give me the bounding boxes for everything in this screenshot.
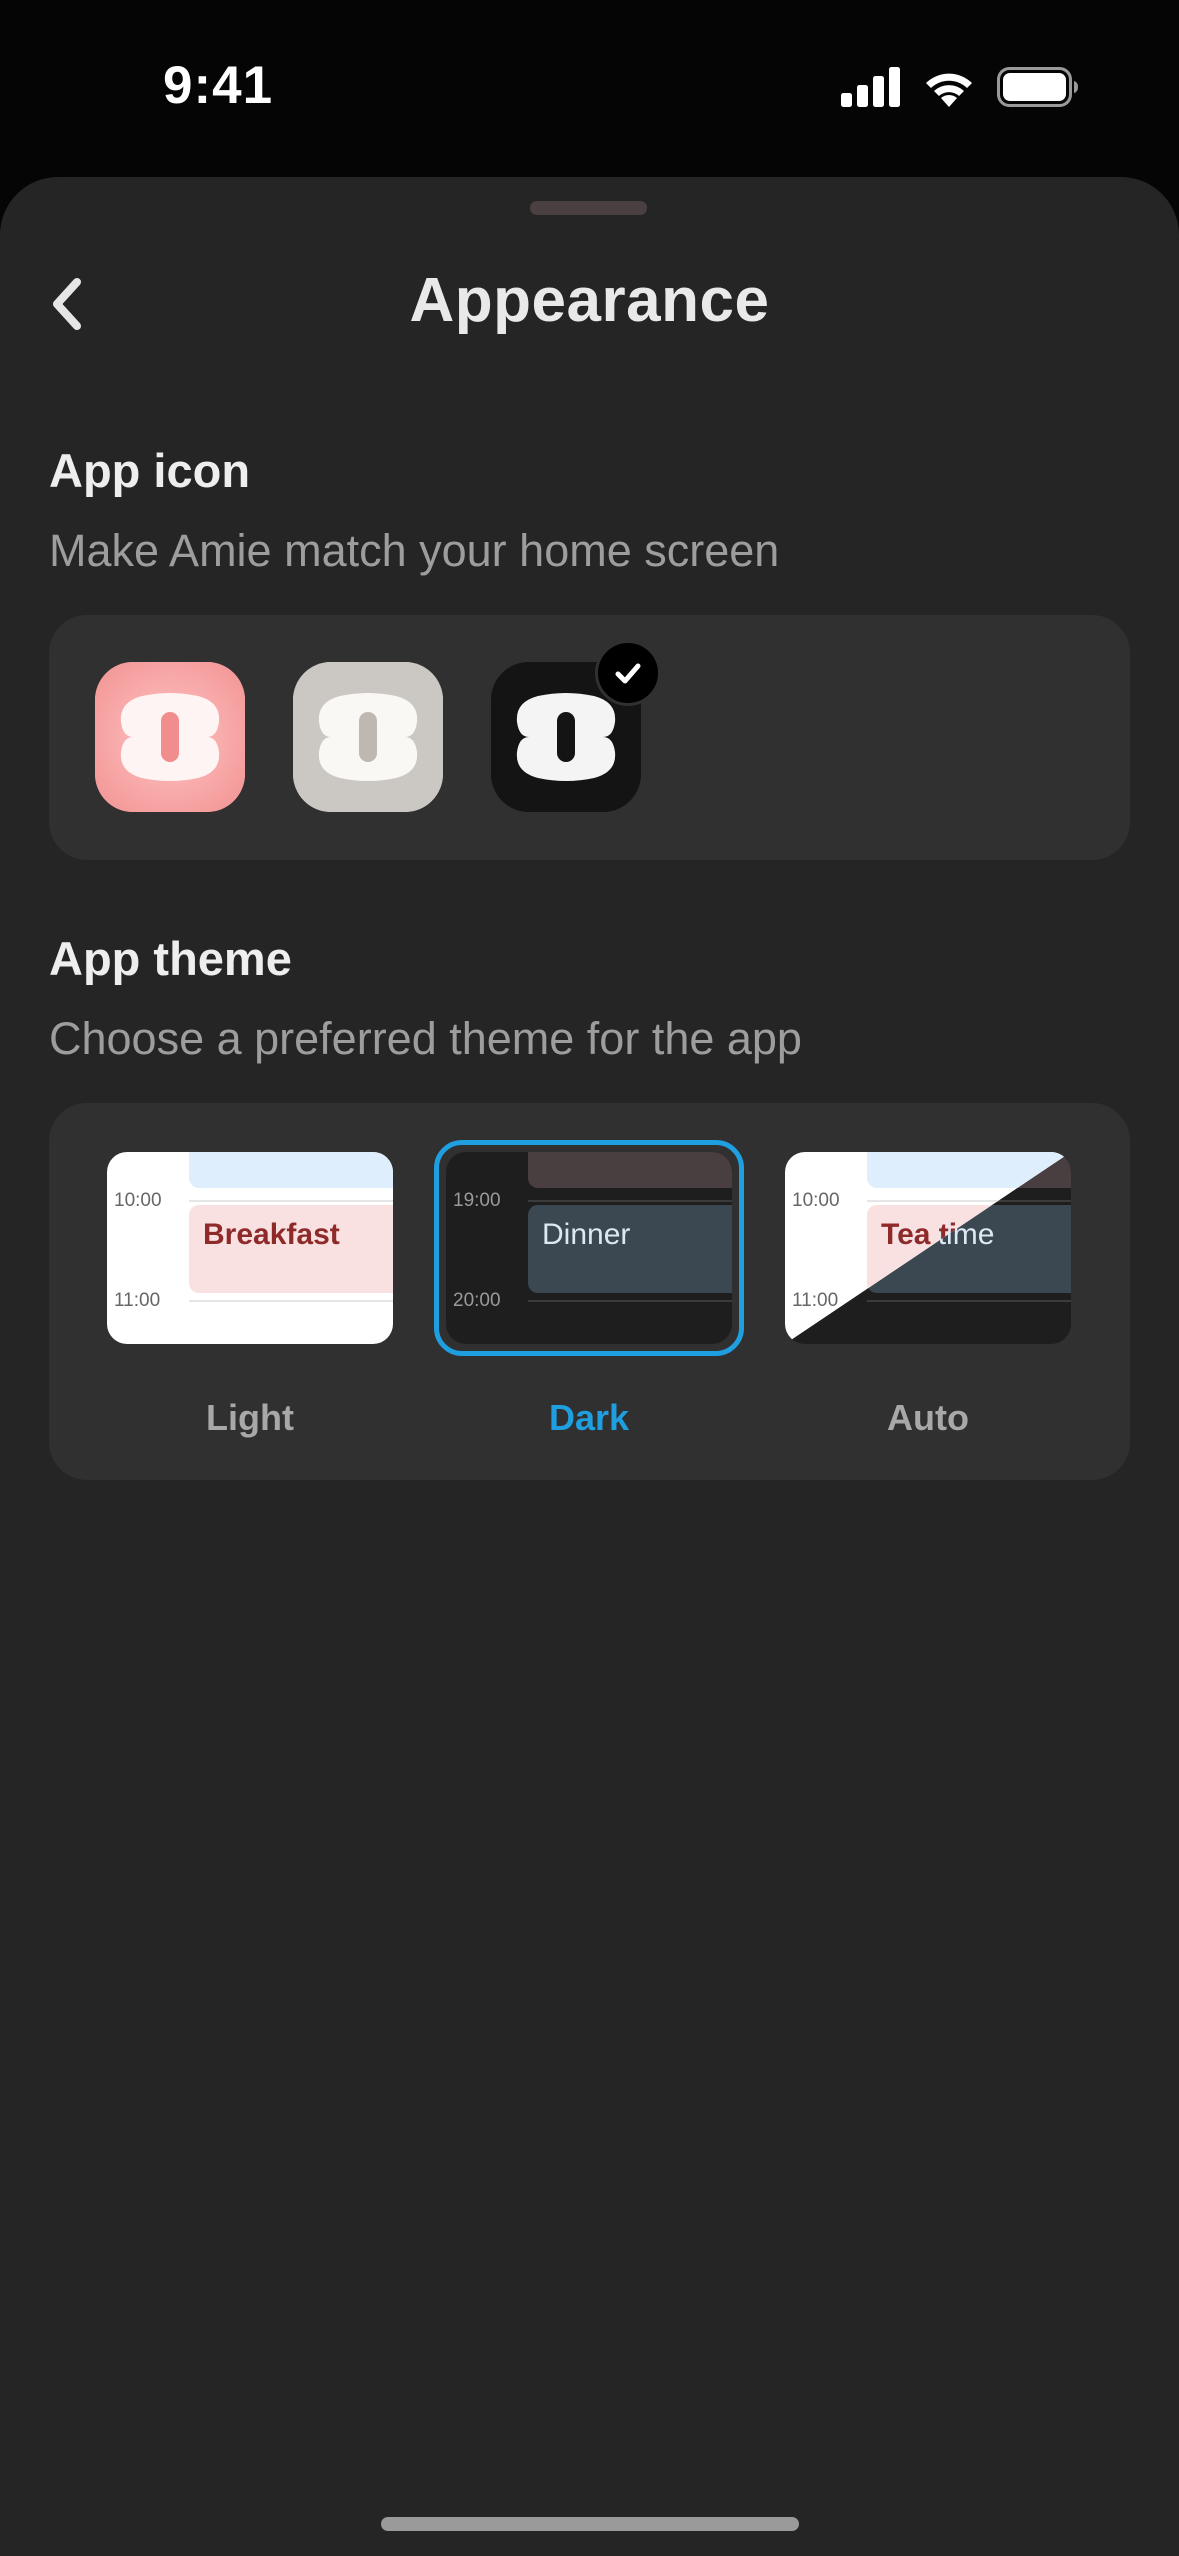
theme-preview-auto: 10:00 11:00 Tea time Tea time	[785, 1152, 1071, 1344]
theme-option-dark[interactable]: 19:00 Dinner 20:00	[434, 1140, 744, 1356]
theme-option-auto[interactable]: 10:00 11:00 Tea time Tea time	[785, 1152, 1071, 1344]
status-icons	[841, 65, 1079, 113]
app-icon-option-black[interactable]	[491, 640, 661, 812]
app-icon-section-subtitle: Make Amie match your home screen	[49, 525, 780, 576]
app-theme-card: 10:00 Breakfast 11:00 Light 19:00 Dinner…	[49, 1103, 1130, 1480]
theme-preview-dark: 19:00 Dinner 20:00	[446, 1152, 732, 1344]
preview-time-bottom: 11:00	[114, 1290, 161, 1311]
preview-time-top: 10:00	[114, 1190, 162, 1211]
theme-label-light[interactable]: Light	[80, 1397, 420, 1439]
preview-time-top: 19:00	[453, 1190, 501, 1211]
theme-preview-light: 10:00 Breakfast 11:00	[107, 1152, 393, 1344]
wifi-icon	[923, 67, 975, 112]
cellular-signal-icon	[841, 66, 901, 112]
status-bar: 9:41	[0, 0, 1179, 175]
page-title: Appearance	[409, 266, 770, 335]
appearance-sheet: Appearance App icon Make Amie match your…	[0, 177, 1179, 2556]
app-icon-card	[49, 615, 1130, 860]
preview-event: Dinner	[528, 1205, 732, 1293]
app-theme-section-subtitle: Choose a preferred theme for the app	[49, 1013, 802, 1064]
theme-option-light[interactable]: 10:00 Breakfast 11:00	[107, 1152, 393, 1344]
sheet-grabber[interactable]	[530, 201, 647, 215]
app-theme-section-title: App theme	[49, 932, 292, 985]
preview-event: Breakfast	[189, 1205, 393, 1293]
amie-logo-icon	[293, 662, 443, 812]
home-indicator	[381, 2517, 799, 2531]
checkmark-icon	[615, 663, 641, 684]
theme-label-dark[interactable]: Dark	[419, 1397, 759, 1439]
app-icon-section-title: App icon	[49, 444, 251, 497]
app-icon-option-pink[interactable]	[95, 662, 245, 812]
battery-icon	[997, 66, 1079, 112]
selected-check-badge	[595, 640, 661, 706]
amie-logo-icon	[95, 662, 245, 812]
theme-label-auto[interactable]: Auto	[758, 1397, 1098, 1439]
status-time: 9:41	[163, 56, 274, 115]
preview-time-bottom: 20:00	[453, 1290, 501, 1311]
app-icon-option-gray[interactable]	[293, 662, 443, 812]
